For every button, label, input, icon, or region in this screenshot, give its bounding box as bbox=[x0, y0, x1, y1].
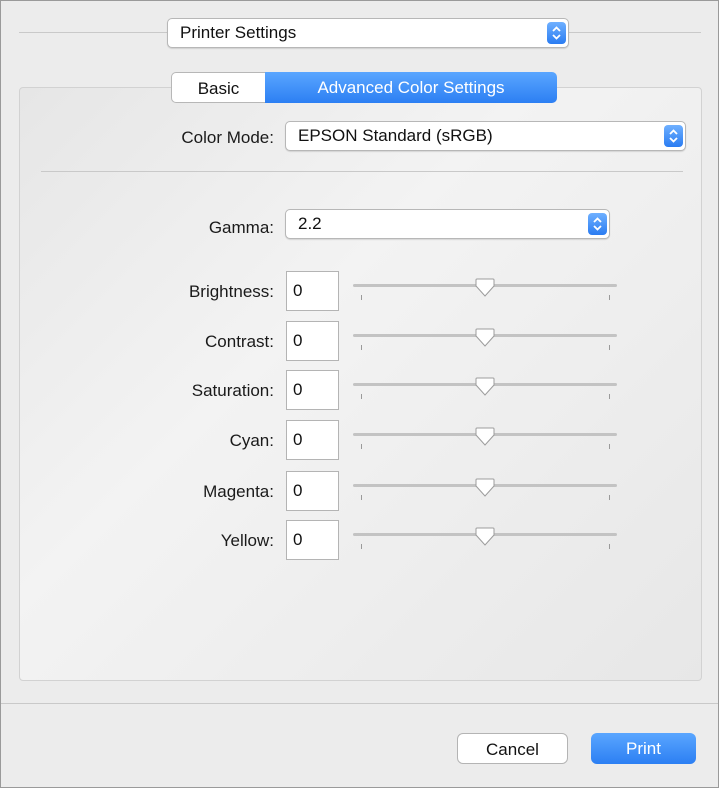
slider-tick bbox=[361, 495, 362, 500]
slider-tick bbox=[609, 345, 610, 350]
print-dialog: Printer Settings Basic Advanced Color Se… bbox=[0, 0, 719, 788]
contrast-slider[interactable] bbox=[353, 327, 617, 361]
brightness-label: Brightness: bbox=[188, 282, 274, 301]
yellow-field[interactable]: 0 bbox=[286, 520, 339, 560]
brightness-slider[interactable] bbox=[353, 277, 617, 311]
top-separator-left bbox=[19, 32, 167, 33]
color-mode-label: Color Mode: bbox=[181, 128, 274, 147]
contrast-label: Contrast: bbox=[205, 332, 274, 351]
yellow-label: Yellow: bbox=[220, 531, 274, 550]
saturation-slider[interactable] bbox=[353, 376, 617, 410]
up-down-arrows-icon bbox=[664, 125, 683, 147]
printer-settings-popup[interactable]: Printer Settings bbox=[167, 18, 569, 48]
slider-tick bbox=[609, 295, 610, 300]
contrast-field[interactable]: 0 bbox=[286, 321, 339, 361]
gamma-label: Gamma: bbox=[208, 218, 274, 237]
slider-tick bbox=[361, 295, 362, 300]
cyan-label: Cyan: bbox=[229, 431, 274, 450]
magenta-field[interactable]: 0 bbox=[286, 471, 339, 511]
bottom-separator bbox=[1, 703, 718, 704]
saturation-label: Saturation: bbox=[191, 381, 274, 400]
tab-basic[interactable]: Basic bbox=[171, 72, 265, 103]
slider-thumb[interactable] bbox=[474, 376, 496, 398]
print-button[interactable]: Print bbox=[591, 733, 696, 764]
slider-thumb[interactable] bbox=[474, 426, 496, 448]
slider-tick bbox=[609, 544, 610, 549]
brightness-field[interactable]: 0 bbox=[286, 271, 339, 311]
cyan-slider[interactable] bbox=[353, 426, 617, 460]
saturation-field[interactable]: 0 bbox=[286, 370, 339, 410]
slider-tick bbox=[609, 495, 610, 500]
slider-tick bbox=[361, 345, 362, 350]
gamma-value: 2.2 bbox=[298, 214, 322, 233]
cyan-field[interactable]: 0 bbox=[286, 420, 339, 460]
slider-tick bbox=[609, 444, 610, 449]
slider-thumb[interactable] bbox=[474, 477, 496, 499]
slider-tick bbox=[361, 544, 362, 549]
magenta-label: Magenta: bbox=[203, 482, 274, 501]
gamma-popup[interactable]: 2.2 bbox=[285, 209, 610, 239]
slider-thumb[interactable] bbox=[474, 277, 496, 299]
tab-advanced-color-settings[interactable]: Advanced Color Settings bbox=[265, 72, 557, 103]
slider-tick bbox=[361, 444, 362, 449]
up-down-arrows-icon bbox=[588, 213, 607, 235]
slider-thumb[interactable] bbox=[474, 526, 496, 548]
cancel-button[interactable]: Cancel bbox=[457, 733, 568, 764]
slider-tick bbox=[609, 394, 610, 399]
top-separator-right bbox=[569, 32, 701, 33]
yellow-slider[interactable] bbox=[353, 526, 617, 560]
settings-tabs: Basic Advanced Color Settings bbox=[171, 72, 557, 103]
up-down-arrows-icon bbox=[547, 22, 566, 44]
printer-settings-value: Printer Settings bbox=[180, 23, 297, 42]
slider-thumb[interactable] bbox=[474, 327, 496, 349]
color-mode-value: EPSON Standard (sRGB) bbox=[298, 126, 493, 145]
slider-tick bbox=[361, 394, 362, 399]
color-mode-popup[interactable]: EPSON Standard (sRGB) bbox=[285, 121, 686, 151]
panel-separator bbox=[41, 171, 683, 172]
magenta-slider[interactable] bbox=[353, 477, 617, 511]
